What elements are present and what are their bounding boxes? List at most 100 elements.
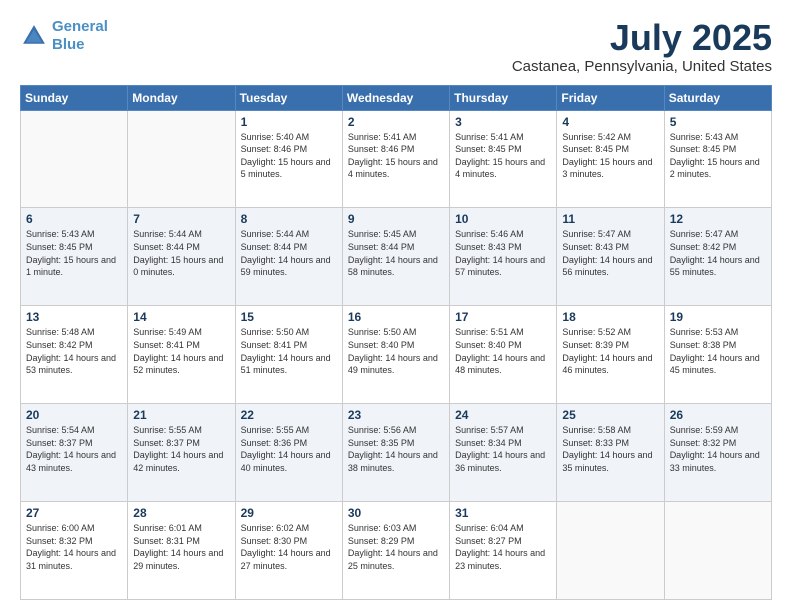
day-info: Sunrise: 5:50 AMSunset: 8:40 PMDaylight:… [348, 326, 444, 376]
calendar-cell: 21Sunrise: 5:55 AMSunset: 8:37 PMDayligh… [128, 404, 235, 502]
day-number: 24 [455, 408, 551, 422]
day-info: Sunrise: 6:00 AMSunset: 8:32 PMDaylight:… [26, 522, 122, 572]
day-number: 3 [455, 115, 551, 129]
calendar-row-3: 13Sunrise: 5:48 AMSunset: 8:42 PMDayligh… [21, 306, 772, 404]
calendar-table: SundayMondayTuesdayWednesdayThursdayFrid… [20, 85, 772, 600]
calendar-cell: 16 Sunrise: 5:50 AMSunset: 8:40 PMDayligh… [342, 306, 449, 404]
calendar-cell [557, 502, 664, 600]
day-info: Sunrise: 5:57 AMSunset: 8:34 PMDaylight:… [455, 424, 551, 474]
calendar-cell: 27 Sunrise: 6:00 AMSunset: 8:32 PMDayligh… [21, 502, 128, 600]
day-number: 14 [133, 310, 229, 324]
calendar-cell: 14 Sunrise: 5:49 AMSunset: 8:41 PMDayligh… [128, 306, 235, 404]
header: General Blue July 2025 Castanea, Pennsyl… [20, 18, 772, 75]
day-info: Sunrise: 5:58 AMSunset: 8:33 PMDaylight:… [562, 424, 658, 474]
calendar-cell: 24 Sunrise: 5:57 AMSunset: 8:34 PMDayligh… [450, 404, 557, 502]
calendar-cell: 17Sunrise: 5:51 AMSunset: 8:40 PMDayligh… [450, 306, 557, 404]
calendar-cell: 30Sunrise: 6:03 AMSunset: 8:29 PMDayligh… [342, 502, 449, 600]
logo: General Blue [20, 18, 108, 54]
column-header-sunday: Sunday [21, 85, 128, 110]
day-number: 30 [348, 506, 444, 520]
calendar-cell: 3 Sunrise: 5:41 AMSunset: 8:45 PMDaylight… [450, 110, 557, 208]
day-info: Sunrise: 6:02 AMSunset: 8:30 PMDaylight:… [241, 522, 337, 572]
calendar-cell: 23Sunrise: 5:56 AMSunset: 8:35 PMDayligh… [342, 404, 449, 502]
calendar-row-5: 27 Sunrise: 6:00 AMSunset: 8:32 PMDayligh… [21, 502, 772, 600]
day-number: 11 [562, 212, 658, 226]
calendar-cell: 4 Sunrise: 5:42 AMSunset: 8:45 PMDaylight… [557, 110, 664, 208]
column-header-saturday: Saturday [664, 85, 771, 110]
calendar-cell: 9 Sunrise: 5:45 AMSunset: 8:44 PMDaylight… [342, 208, 449, 306]
day-number: 5 [670, 115, 766, 129]
day-info: Sunrise: 5:48 AMSunset: 8:42 PMDaylight:… [26, 326, 122, 376]
day-number: 7 [133, 212, 229, 226]
calendar-cell: 31 Sunrise: 6:04 AMSunset: 8:27 PMDayligh… [450, 502, 557, 600]
day-number: 17 [455, 310, 551, 324]
day-info: Sunrise: 5:43 AMSunset: 8:45 PMDaylight:… [670, 131, 766, 181]
calendar-cell: 26 Sunrise: 5:59 AMSunset: 8:32 PMDayligh… [664, 404, 771, 502]
calendar-cell: 29Sunrise: 6:02 AMSunset: 8:30 PMDayligh… [235, 502, 342, 600]
calendar-cell: 15Sunrise: 5:50 AMSunset: 8:41 PMDayligh… [235, 306, 342, 404]
page: General Blue July 2025 Castanea, Pennsyl… [0, 0, 792, 612]
day-info: Sunrise: 5:49 AMSunset: 8:41 PMDaylight:… [133, 326, 229, 376]
day-info: Sunrise: 5:50 AMSunset: 8:41 PMDaylight:… [241, 326, 337, 376]
day-number: 19 [670, 310, 766, 324]
day-number: 26 [670, 408, 766, 422]
month-title: July 2025 [512, 18, 772, 58]
calendar-row-2: 6Sunrise: 5:43 AMSunset: 8:45 PMDaylight… [21, 208, 772, 306]
logo-icon [20, 22, 48, 50]
day-number: 9 [348, 212, 444, 226]
calendar-header-row: SundayMondayTuesdayWednesdayThursdayFrid… [21, 85, 772, 110]
day-info: Sunrise: 5:41 AMSunset: 8:46 PMDaylight:… [348, 131, 444, 181]
day-number: 27 [26, 506, 122, 520]
day-info: Sunrise: 5:41 AMSunset: 8:45 PMDaylight:… [455, 131, 551, 181]
day-info: Sunrise: 6:04 AMSunset: 8:27 PMDaylight:… [455, 522, 551, 572]
day-info: Sunrise: 5:56 AMSunset: 8:35 PMDaylight:… [348, 424, 444, 474]
day-info: Sunrise: 5:54 AMSunset: 8:37 PMDaylight:… [26, 424, 122, 474]
day-info: Sunrise: 5:59 AMSunset: 8:32 PMDaylight:… [670, 424, 766, 474]
day-number: 1 [241, 115, 337, 129]
column-header-wednesday: Wednesday [342, 85, 449, 110]
calendar-cell: 7 Sunrise: 5:44 AMSunset: 8:44 PMDaylight… [128, 208, 235, 306]
title-block: July 2025 Castanea, Pennsylvania, United… [512, 18, 772, 75]
day-info: Sunrise: 5:44 AMSunset: 8:44 PMDaylight:… [133, 228, 229, 278]
calendar-cell: 2Sunrise: 5:41 AMSunset: 8:46 PMDaylight… [342, 110, 449, 208]
day-number: 8 [241, 212, 337, 226]
calendar-cell [21, 110, 128, 208]
calendar-cell: 19Sunrise: 5:53 AMSunset: 8:38 PMDayligh… [664, 306, 771, 404]
column-header-monday: Monday [128, 85, 235, 110]
calendar-cell: 20Sunrise: 5:54 AMSunset: 8:37 PMDayligh… [21, 404, 128, 502]
day-info: Sunrise: 6:01 AMSunset: 8:31 PMDaylight:… [133, 522, 229, 572]
column-header-friday: Friday [557, 85, 664, 110]
calendar-cell: 25Sunrise: 5:58 AMSunset: 8:33 PMDayligh… [557, 404, 664, 502]
column-header-tuesday: Tuesday [235, 85, 342, 110]
day-info: Sunrise: 5:47 AMSunset: 8:42 PMDaylight:… [670, 228, 766, 278]
day-number: 22 [241, 408, 337, 422]
calendar-cell: 5 Sunrise: 5:43 AMSunset: 8:45 PMDaylight… [664, 110, 771, 208]
calendar-cell: 13Sunrise: 5:48 AMSunset: 8:42 PMDayligh… [21, 306, 128, 404]
day-number: 31 [455, 506, 551, 520]
calendar-cell: 1 Sunrise: 5:40 AMSunset: 8:46 PMDaylight… [235, 110, 342, 208]
day-number: 18 [562, 310, 658, 324]
calendar-row-4: 20Sunrise: 5:54 AMSunset: 8:37 PMDayligh… [21, 404, 772, 502]
day-number: 28 [133, 506, 229, 520]
day-info: Sunrise: 5:42 AMSunset: 8:45 PMDaylight:… [562, 131, 658, 181]
calendar-cell: 6Sunrise: 5:43 AMSunset: 8:45 PMDaylight… [21, 208, 128, 306]
calendar-cell: 18 Sunrise: 5:52 AMSunset: 8:39 PMDayligh… [557, 306, 664, 404]
day-info: Sunrise: 5:52 AMSunset: 8:39 PMDaylight:… [562, 326, 658, 376]
day-info: Sunrise: 5:46 AMSunset: 8:43 PMDaylight:… [455, 228, 551, 278]
day-number: 16 [348, 310, 444, 324]
day-info: Sunrise: 5:44 AMSunset: 8:44 PMDaylight:… [241, 228, 337, 278]
day-number: 12 [670, 212, 766, 226]
calendar-cell: 8 Sunrise: 5:44 AMSunset: 8:44 PMDaylight… [235, 208, 342, 306]
calendar-cell [128, 110, 235, 208]
column-header-thursday: Thursday [450, 85, 557, 110]
day-number: 10 [455, 212, 551, 226]
day-number: 21 [133, 408, 229, 422]
calendar-cell: 12 Sunrise: 5:47 AMSunset: 8:42 PMDayligh… [664, 208, 771, 306]
day-info: Sunrise: 5:40 AMSunset: 8:46 PMDaylight:… [241, 131, 337, 181]
calendar-row-1: 1 Sunrise: 5:40 AMSunset: 8:46 PMDaylight… [21, 110, 772, 208]
day-number: 4 [562, 115, 658, 129]
day-info: Sunrise: 5:47 AMSunset: 8:43 PMDaylight:… [562, 228, 658, 278]
calendar-cell: 10 Sunrise: 5:46 AMSunset: 8:43 PMDayligh… [450, 208, 557, 306]
location-title: Castanea, Pennsylvania, United States [512, 58, 772, 75]
day-info: Sunrise: 5:45 AMSunset: 8:44 PMDaylight:… [348, 228, 444, 278]
